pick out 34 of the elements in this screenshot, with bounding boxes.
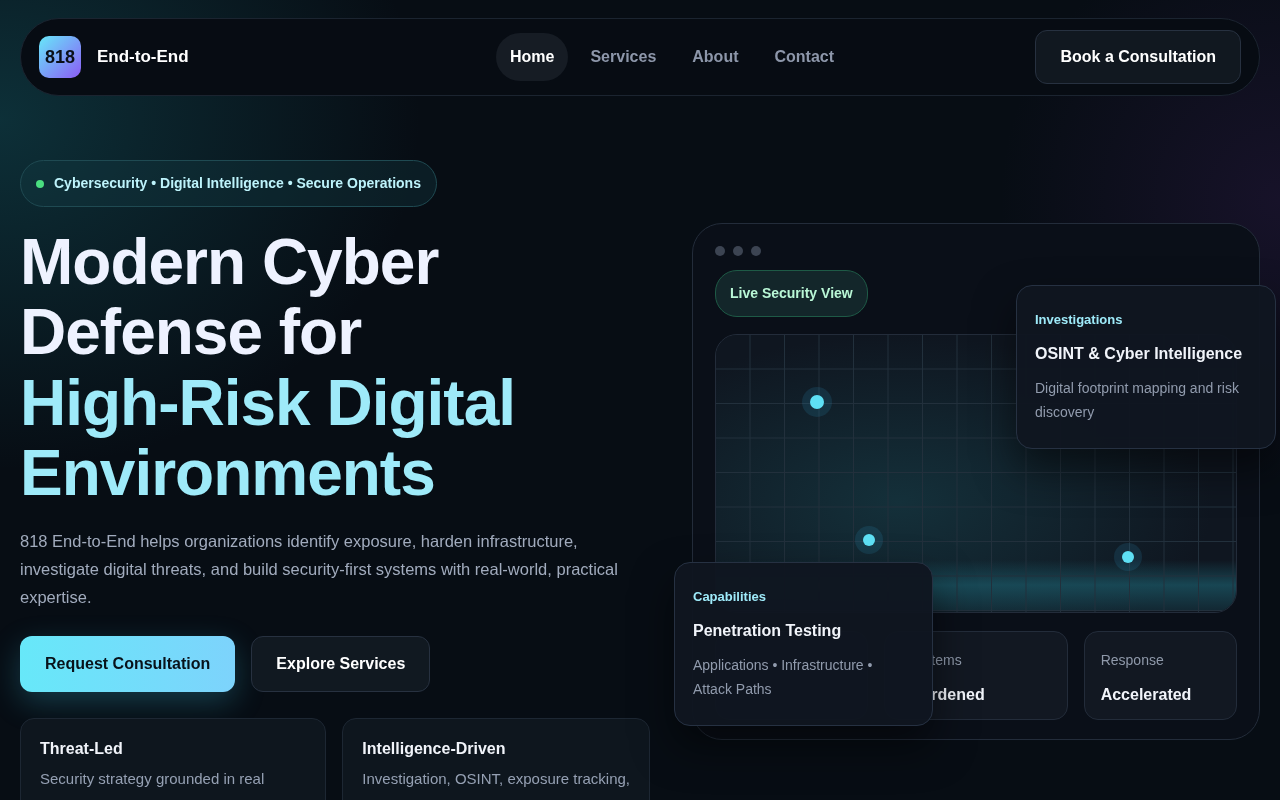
glowing-dot-icon — [802, 387, 832, 417]
card-title: Penetration Testing — [693, 620, 843, 641]
card-kicker: Capabilities — [693, 588, 767, 606]
explore-button[interactable]: Explore Services — [251, 635, 431, 692]
feature-title: Threat-Led — [40, 738, 124, 758]
nav-link[interactable]: Services — [576, 33, 671, 81]
brand-name[interactable]: End-to-End — [97, 44, 189, 70]
feature-title: Intelligence-Driven — [362, 738, 507, 758]
glowing-dot-icon — [855, 526, 883, 554]
stat-value: Accelerated — [1100, 685, 1193, 705]
nav-link[interactable]: About — [678, 33, 753, 81]
card-text: Applications • Infrastructure • Attack Paths — [693, 655, 874, 699]
feature-text: Investigation, OSINT, exposure tracking, — [362, 769, 630, 788]
card-title: OSINT & Cyber Intelligence — [1035, 343, 1244, 364]
hero-description: 818 End-to-End helps organizations identify exposure, harden infrastructure, investigate digital threats, and build security-first systems with real-world, practical expertise. — [20, 530, 619, 609]
heading-highlight: High-Risk Digital Environments — [20, 367, 517, 509]
live-view-badge: Live Security View — [715, 270, 868, 317]
consultation-button[interactable]: Book a Consultation — [1035, 30, 1241, 84]
logo-mark[interactable]: 818 — [39, 36, 81, 78]
card-text: Digital footprint mapping and risk discovery — [1035, 378, 1240, 422]
window-dot-icon — [751, 246, 761, 256]
stat-value: rdened — [931, 685, 986, 705]
heading-text: Modern Cyber Defense for — [20, 227, 440, 368]
request-button[interactable]: Request Consultation — [20, 635, 236, 692]
stat-label: Response — [1100, 651, 1165, 670]
tagline-text: Cybersecurity • Digital Intelligence • Secure Operations — [54, 174, 421, 193]
feature-text: Security strategy grounded in real — [40, 769, 266, 788]
window-dot-icon — [715, 246, 725, 256]
nav-link[interactable]: Contact — [760, 33, 849, 81]
card-kicker: Investigations — [1035, 311, 1124, 329]
window-dot-icon — [733, 246, 743, 256]
glowing-dot-icon — [1114, 543, 1142, 571]
nav-link[interactable]: Home — [496, 33, 569, 81]
status-dot-icon — [36, 179, 44, 188]
